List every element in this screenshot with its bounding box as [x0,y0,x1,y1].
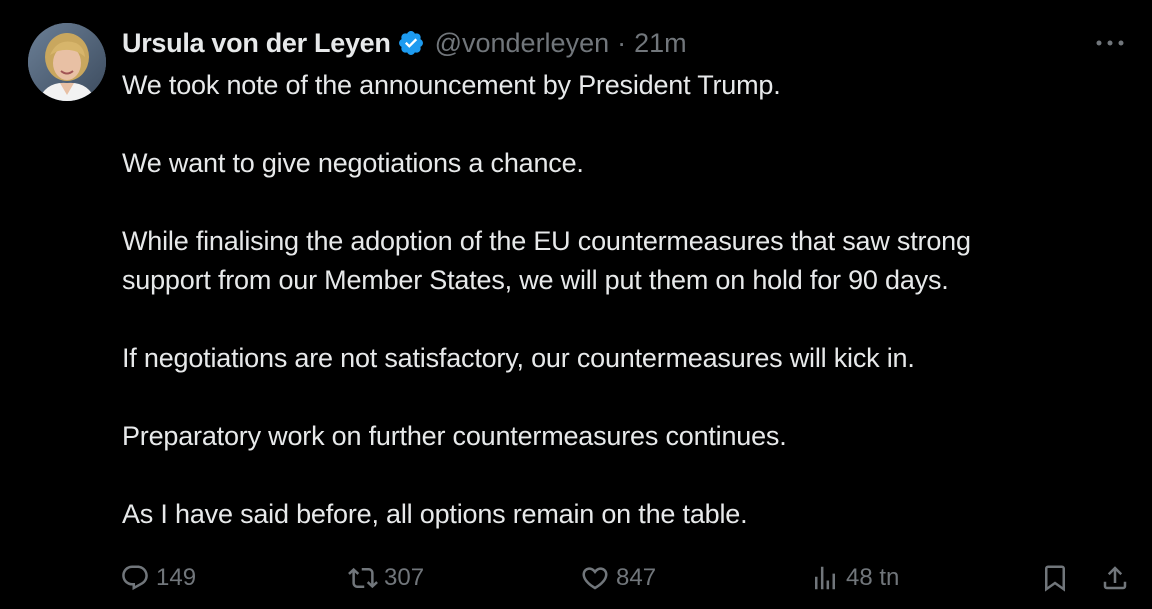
retweet-count: 307 [384,564,425,591]
retweet-button[interactable]: 307 [348,558,424,598]
more-horizontal-icon[interactable] [1092,28,1128,58]
separator-dot: · [617,27,627,58]
display-name[interactable]: Ursula von der Leyen [122,28,391,59]
tweet: Ursula von der Leyen @vonderleyen · 21m … [0,0,1152,609]
share-button[interactable] [1100,558,1136,598]
text-line: We took note of the announcement by Pres… [122,70,781,100]
paragraph-3: While finalising the adoption of the EU … [122,222,1122,300]
paragraph-2: We want to give negotiations a chance. [122,144,1122,183]
reply-icon [120,563,150,593]
like-button[interactable]: 847 [580,558,656,598]
bookmark-icon [1040,563,1070,593]
text-line: Preparatory work on further countermeasu… [122,421,787,451]
tweet-text: We took note of the announcement by Pres… [122,66,1122,534]
text-line: We want to give negotiations a chance. [122,148,584,178]
views-button[interactable]: 48 tn [810,558,899,598]
action-bar: 149 307 847 48 tn [120,558,1135,598]
reply-button[interactable]: 149 [120,558,196,598]
reply-count: 149 [156,564,197,591]
text-line: If negotiations are not satisfactory, ou… [122,343,915,373]
heart-icon [580,563,610,593]
handle[interactable]: @vonderleyen [435,28,610,59]
verified-badge-icon [397,29,425,57]
timestamp[interactable]: 21m [634,28,687,59]
paragraph-5: Preparatory work on further countermeasu… [122,417,1122,456]
like-count: 847 [616,564,657,591]
paragraph-1: We took note of the announcement by Pres… [122,66,1122,105]
text-line: While finalising the adoption of the EU … [122,226,971,256]
views-icon [810,563,840,593]
text-line: support from our Member States, we will … [122,265,949,295]
tweet-header: Ursula von der Leyen @vonderleyen · 21m [122,24,687,62]
share-icon [1100,563,1130,593]
avatar[interactable] [28,23,106,101]
paragraph-4: If negotiations are not satisfactory, ou… [122,339,1122,378]
text-line: As I have said before, all options remai… [122,499,748,529]
bookmark-button[interactable] [1040,558,1076,598]
views-count: 48 tn [846,564,900,591]
paragraph-6: As I have said before, all options remai… [122,495,1122,534]
retweet-icon [348,563,378,593]
